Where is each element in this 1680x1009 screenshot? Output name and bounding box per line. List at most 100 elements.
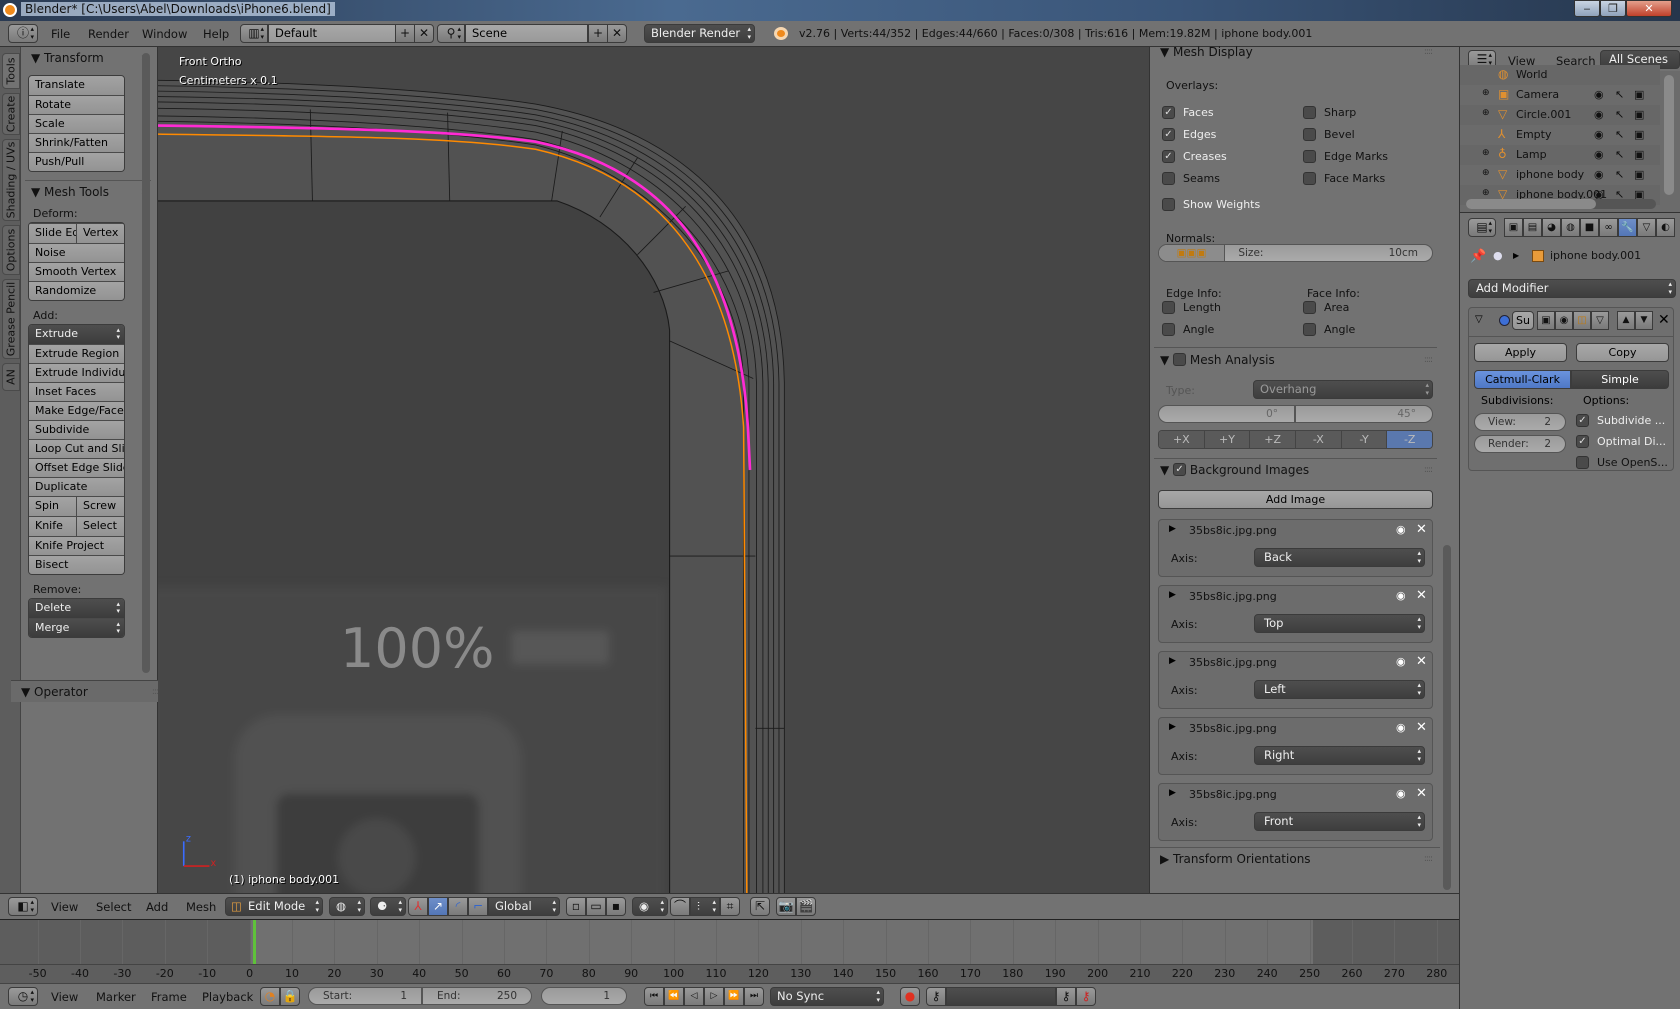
knife-button[interactable]: Knife	[29, 517, 76, 536]
selectable-cursor-icon[interactable]: ↖	[1615, 108, 1624, 121]
normal-display-icons[interactable]: ▣▣▣	[1159, 245, 1225, 261]
menu-playback[interactable]: Playback	[202, 990, 253, 1004]
merge-dropdown[interactable]: Merge	[29, 618, 124, 637]
outliner-item[interactable]: ⅄ Empty ◉ ↖ ▣	[1460, 125, 1660, 145]
data-icon[interactable]: ▽	[1637, 218, 1656, 237]
editmode-toggle-icon[interactable]: ◫	[1573, 311, 1591, 330]
axis-dropdown[interactable]: Right	[1254, 746, 1425, 765]
option-optimal-di-checkbox[interactable]: ✓	[1576, 435, 1589, 448]
scene-icon[interactable]: ⚲	[437, 24, 465, 43]
renderable-camera-icon[interactable]: ▣	[1634, 128, 1644, 141]
axis-pos-y[interactable]: +Y	[1203, 431, 1250, 448]
visibility-eye-icon[interactable]: ◉	[1396, 787, 1406, 800]
copy-button[interactable]: Copy	[1576, 343, 1669, 362]
background-images-checkbox[interactable]: ✓	[1173, 463, 1187, 476]
face-info-angle-checkbox[interactable]	[1303, 323, 1316, 336]
scene-selector[interactable]: Scene	[465, 24, 588, 43]
option-subdivide-checkbox[interactable]: ✓	[1576, 414, 1589, 427]
edge-info-length-checkbox[interactable]	[1162, 301, 1175, 314]
renderable-camera-icon[interactable]: ▣	[1634, 88, 1644, 101]
axis-pos-x[interactable]: +X	[1159, 431, 1204, 448]
expand-icon[interactable]: ⊕	[1482, 108, 1490, 118]
pin-icon[interactable]: 📌	[1470, 249, 1486, 264]
properties-editor-icon[interactable]: ▤	[1468, 218, 1496, 237]
menu-view[interactable]: View	[51, 900, 78, 914]
remove-modifier-icon[interactable]: ✕	[1658, 312, 1670, 328]
visibility-eye-icon[interactable]: ◉	[1396, 721, 1406, 734]
mesh-analysis-checkbox[interactable]	[1173, 353, 1187, 366]
editor-type-timeline-icon[interactable]: ◷	[8, 987, 38, 1006]
auto-keying-record-icon[interactable]: ●	[900, 987, 920, 1006]
push-pull-button[interactable]: Push/Pull	[29, 152, 124, 171]
add-modifier-dropdown[interactable]: Add Modifier	[1468, 279, 1676, 298]
expand-icon[interactable]: ▶	[1169, 722, 1176, 732]
overlay-bevel-checkbox[interactable]	[1303, 128, 1316, 141]
opengl-render-icon[interactable]: 📷	[776, 897, 796, 916]
axis-dropdown[interactable]: Top	[1254, 614, 1425, 633]
jump-to-start-icon[interactable]: ⏮	[644, 987, 664, 1006]
jump-to-end-icon[interactable]: ⏭	[744, 987, 764, 1006]
remove-image-icon[interactable]: ✕	[1416, 720, 1427, 735]
offset-edge-slide-button[interactable]: Offset Edge Slide	[29, 458, 124, 477]
manipulator-toggle-icon[interactable]: ⅄	[408, 897, 428, 916]
loop-cut-and-slide-button[interactable]: Loop Cut and Slide	[29, 439, 124, 458]
delete-keyframe-icon[interactable]: ⚷	[1076, 987, 1096, 1006]
restore-button[interactable]: ❐	[1600, 0, 1626, 17]
axis-pos-z[interactable]: +Z	[1249, 431, 1296, 448]
outliner-item[interactable]: ▣ ⊕ Camera ◉ ↖ ▣	[1460, 85, 1660, 105]
insert-keyframe-icon[interactable]: ⚷	[1056, 987, 1076, 1006]
axis-neg-z[interactable]: -Z	[1386, 431, 1432, 448]
preview-range-icon[interactable]: ◔	[260, 987, 280, 1006]
collapse-modifier-icon[interactable]: ▽	[1475, 314, 1483, 325]
properties-region-scrollbar[interactable]	[1443, 545, 1451, 890]
start-frame-field[interactable]: Start: 1	[308, 987, 422, 1005]
delete-scene-button[interactable]: ✕	[607, 24, 627, 43]
tab-tools[interactable]: Tools	[2, 53, 20, 89]
rotate-button[interactable]: Rotate	[29, 95, 124, 114]
lock-range-icon[interactable]: 🔒	[280, 987, 300, 1006]
face-select-icon[interactable]: ▪	[606, 897, 626, 916]
make-edge-face-button[interactable]: Make Edge/Face	[29, 401, 124, 420]
overlay-faces-checkbox[interactable]: ✓	[1162, 106, 1175, 119]
remove-image-icon[interactable]: ✕	[1416, 522, 1427, 537]
play-icon[interactable]: ▷	[704, 987, 724, 1006]
renderable-camera-icon[interactable]: ▣	[1634, 148, 1644, 161]
expand-icon[interactable]: ⊕	[1482, 88, 1490, 98]
transform-orientation-dropdown[interactable]: Global	[488, 897, 560, 916]
pivot-point-dropdown[interactable]: ⚈	[370, 897, 406, 916]
analysis-min-field[interactable]: 0°	[1158, 405, 1295, 423]
axis-dropdown[interactable]: Front	[1254, 812, 1425, 831]
menu-view[interactable]: View	[51, 990, 78, 1004]
render-icon[interactable]: ▣	[1504, 218, 1523, 237]
scene-icon[interactable]: ◕	[1542, 218, 1561, 237]
timeline-ruler[interactable]: -50 -40 -30 -20 -10 0 10 20 30 40 50 60 70 80 90 100 110…	[0, 964, 1459, 983]
material-icon[interactable]: ◐	[1656, 218, 1675, 237]
expand-icon[interactable]: ▶	[1169, 524, 1176, 534]
overlay-edges-checkbox[interactable]: ✓	[1162, 128, 1175, 141]
opengl-animation-icon[interactable]: 🎬	[796, 897, 816, 916]
screw-button[interactable]: Screw	[76, 497, 124, 516]
remove-image-icon[interactable]: ✕	[1416, 654, 1427, 669]
outliner-hscroll-track[interactable]	[1466, 199, 1656, 209]
extrude-dropdown[interactable]: Extrude	[29, 325, 124, 344]
expand-icon[interactable]: ▶	[1169, 656, 1176, 666]
vertex-select-icon[interactable]: ▫	[566, 897, 586, 916]
bisect-button[interactable]: Bisect	[29, 555, 124, 574]
move-down-icon[interactable]: ▼	[1635, 311, 1653, 330]
cage-toggle-icon[interactable]: ▽	[1591, 311, 1609, 330]
object-icon[interactable]: ■	[1580, 218, 1599, 237]
transform-panel-header[interactable]: ▼ Transform::::	[21, 47, 157, 69]
renderable-camera-icon[interactable]: ▣	[1634, 168, 1644, 181]
mode-dropdown[interactable]: ◫ Edit Mode	[225, 897, 323, 916]
menu-select[interactable]: Select	[96, 900, 131, 914]
tab-create[interactable]: Create	[2, 93, 20, 135]
view-levels-field[interactable]: View: 2	[1474, 413, 1566, 431]
select-button[interactable]: Select	[76, 517, 124, 536]
normals-size-field[interactable]: ▣▣▣ Size: 10cm	[1158, 244, 1433, 262]
editor-type-3d-icon[interactable]: ◧	[8, 897, 38, 916]
delete-dropdown[interactable]: Delete	[29, 599, 124, 618]
scale-manipulator-icon[interactable]: ⌐	[468, 897, 488, 916]
selectable-cursor-icon[interactable]: ↖	[1615, 168, 1624, 181]
randomize-button[interactable]: Randomize	[29, 281, 124, 300]
edge-info-angle-checkbox[interactable]	[1162, 323, 1175, 336]
